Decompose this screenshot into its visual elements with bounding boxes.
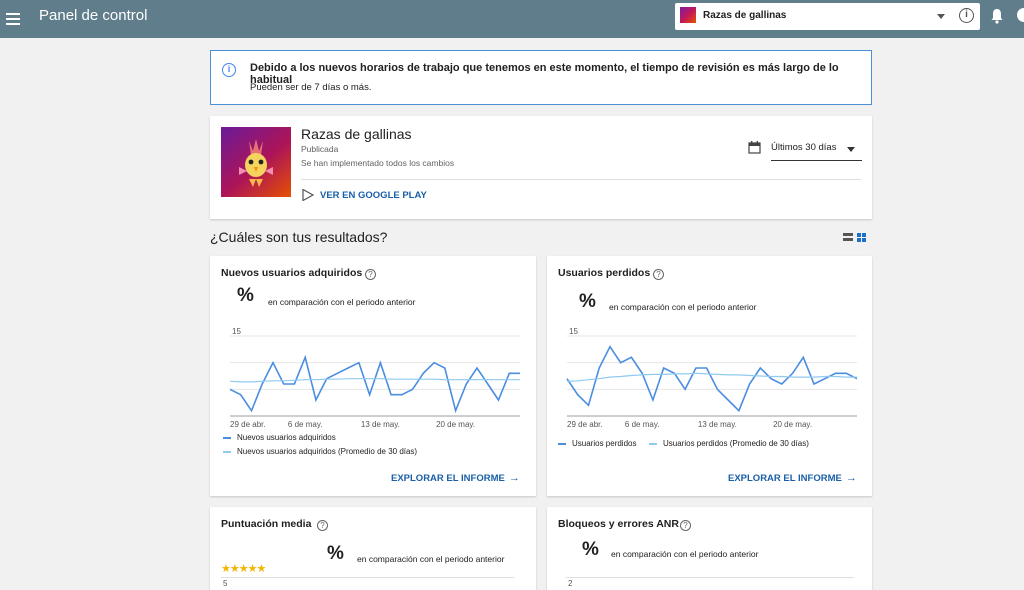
legend-label: Nuevos usuarios adquiridos <box>237 433 336 442</box>
explore-label: EXPLORAR EL INFORME <box>728 473 842 484</box>
app-name: Razas de gallinas <box>301 126 412 142</box>
y-axis-tick: 15 <box>232 327 241 336</box>
y-axis-tick: 15 <box>569 327 578 336</box>
card-title: Usuarios perdidos <box>558 267 651 279</box>
y-axis-tick: 2 <box>568 579 573 588</box>
legend-label: Usuarios perdidos (Promedio de 30 días) <box>663 439 809 448</box>
avatar[interactable] <box>1017 8 1024 22</box>
app-summary-card: Razas de gallinas Publicada Se han imple… <box>210 116 872 219</box>
app-thumbnail <box>680 7 696 23</box>
comparison-text: en comparación con el periodo anterior <box>268 297 416 307</box>
x-axis-tick: 29 de abr. <box>567 420 603 429</box>
date-range-label: Últimos 30 días <box>771 142 837 153</box>
arrow-right-icon: → <box>845 472 857 484</box>
menu-icon[interactable] <box>6 8 22 30</box>
percent-change: % <box>237 285 254 306</box>
info-icon: i <box>222 63 236 77</box>
comparison-text: en comparación con el periodo anterior <box>611 549 759 559</box>
chart-gridline <box>221 577 514 578</box>
divider <box>301 179 861 180</box>
card-title: Bloqueos y errores ANR <box>558 518 679 530</box>
calendar-icon <box>748 141 761 154</box>
series-line <box>566 345 858 413</box>
explore-report-link[interactable]: EXPLORAR EL INFORME → <box>391 472 520 484</box>
grid-view-icon[interactable] <box>857 233 867 242</box>
app-selector-label: Razas de gallinas <box>703 10 787 21</box>
help-icon[interactable]: ? <box>317 520 328 531</box>
help-icon[interactable]: ? <box>365 269 376 280</box>
crashes-anr-card: Bloqueos y errores ANR ? % en comparació… <box>547 507 872 590</box>
x-axis-tick: 13 de may. <box>698 420 737 429</box>
view-toggle <box>843 233 869 243</box>
new-users-card: Nuevos usuarios adquiridos ? % en compar… <box>210 256 536 496</box>
app-icon <box>221 127 291 197</box>
x-axis-tick: 13 de may. <box>361 420 400 429</box>
info-icon[interactable]: i <box>959 8 974 23</box>
star-rating: ★★★★★ <box>221 563 266 575</box>
series-line <box>229 354 520 414</box>
google-play-icon <box>302 189 314 201</box>
comparison-text: en comparación con el periodo anterior <box>609 302 757 312</box>
arrow-right-icon: → <box>508 472 520 484</box>
card-title: Puntuación media <box>221 518 312 530</box>
legend-item: Nuevos usuarios adquiridos <box>223 433 336 442</box>
x-axis-tick: 6 de may. <box>625 420 660 429</box>
legend-swatch <box>223 436 231 439</box>
legend-label: Nuevos usuarios adquiridos (Promedio de … <box>237 447 418 456</box>
lost-users-chart: 15 29 de abr. 6 de may. 13 de may. 20 de may… <box>566 327 858 429</box>
legend-swatch <box>649 442 657 445</box>
chevron-down-icon[interactable] <box>937 14 945 19</box>
percent-change: % <box>582 539 599 560</box>
app-selector[interactable]: Razas de gallinas i <box>675 3 980 30</box>
chevron-down-icon <box>847 147 855 152</box>
new-users-chart: 15 29 de abr. 6 de may. 13 de may. 20 de may… <box>229 327 520 429</box>
legend-item: Usuarios perdidos <box>558 439 636 448</box>
y-axis-tick: 5 <box>223 579 228 588</box>
help-icon[interactable]: ? <box>653 269 664 280</box>
page-title: Panel de control <box>39 7 148 24</box>
legend-label: Usuarios perdidos <box>572 439 637 448</box>
list-view-icon[interactable] <box>843 233 853 242</box>
changes-status: Se han implementado todos los cambios <box>301 158 455 168</box>
bell-icon[interactable] <box>990 8 1004 24</box>
legend-swatch <box>223 450 231 453</box>
date-range-select[interactable]: Últimos 30 días <box>748 138 862 161</box>
x-axis-tick: 29 de abr. <box>230 420 266 429</box>
top-app-bar: Panel de control Razas de gallinas i <box>0 0 1024 38</box>
chart-gridline <box>566 577 854 578</box>
comparison-text: en comparación con el periodo anterior <box>357 554 505 564</box>
rooster-icon <box>239 139 273 187</box>
percent-change: % <box>327 543 344 564</box>
legend-item: Usuarios perdidos (Promedio de 30 días) <box>649 439 809 448</box>
average-rating-card: Puntuación media ? ★★★★★ % en comparació… <box>210 507 536 590</box>
explore-report-link[interactable]: EXPLORAR EL INFORME → <box>728 472 857 484</box>
legend-swatch <box>558 442 566 445</box>
select-underline <box>771 160 862 161</box>
x-axis-tick: 20 de may. <box>436 420 475 429</box>
results-heading: ¿Cuáles son tus resultados? <box>210 229 388 245</box>
review-time-notice: i Debido a los nuevos horarios de trabaj… <box>210 50 872 105</box>
notice-subtitle: Pueden ser de 7 días o más. <box>250 82 372 93</box>
card-title: Nuevos usuarios adquiridos <box>221 267 363 279</box>
view-on-google-play-link[interactable]: VER EN GOOGLE PLAY <box>320 190 427 201</box>
lost-users-card: Usuarios perdidos ? % en comparación con… <box>547 256 872 496</box>
legend-item: Nuevos usuarios adquiridos (Promedio de … <box>223 447 417 456</box>
explore-label: EXPLORAR EL INFORME <box>391 473 505 484</box>
x-axis-tick: 6 de may. <box>288 420 323 429</box>
percent-change: % <box>579 291 596 312</box>
publish-status: Publicada <box>301 144 339 154</box>
x-axis-tick: 20 de may. <box>773 420 812 429</box>
help-icon[interactable]: ? <box>680 520 691 531</box>
